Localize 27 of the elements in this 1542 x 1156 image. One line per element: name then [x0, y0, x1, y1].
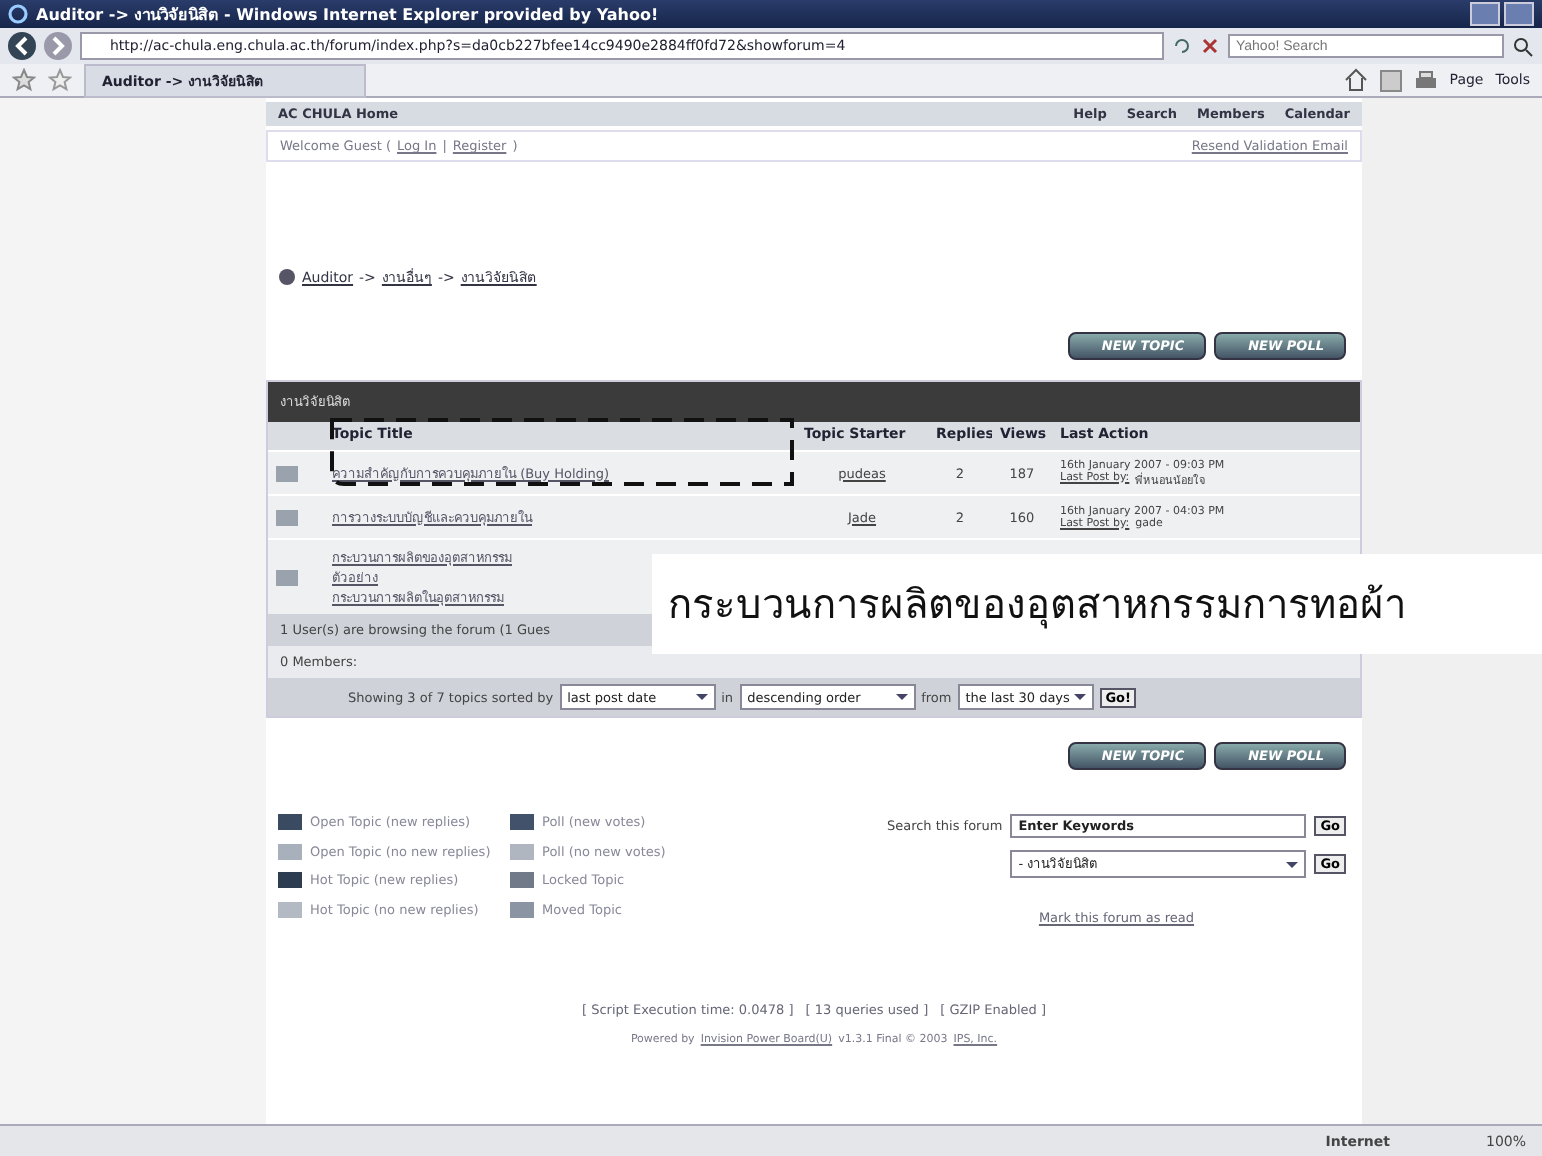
- topic-legend-icon: [278, 872, 302, 888]
- topic-legend-icon: [278, 901, 302, 917]
- topic-status-icon: [276, 569, 298, 585]
- column-header-blank: [268, 422, 324, 450]
- maximize-button[interactable]: [1504, 2, 1534, 26]
- printer-icon[interactable]: [1413, 69, 1438, 91]
- caption-text: กระบวนการผลิตของอุตสาหกรรมการทอผ้า: [652, 554, 1542, 654]
- topic-legend-icon: [510, 814, 534, 830]
- stop-button[interactable]: [1200, 36, 1220, 56]
- topic-legend-icon: [278, 814, 302, 830]
- topic-status-icon: [276, 509, 298, 525]
- topic-legend-icon: [510, 843, 534, 859]
- window-title: Auditor -> งานวิจัยนิสิต - Windows Internet Explorer provided by Yahoo!: [36, 3, 661, 27]
- favorites-star-icon[interactable]: [12, 68, 36, 92]
- refresh-button[interactable]: [1172, 36, 1192, 56]
- search-icon[interactable]: [1512, 35, 1534, 57]
- home-icon[interactable]: [1343, 68, 1368, 92]
- topic-legend-icon: [510, 872, 534, 888]
- feed-icon[interactable]: [1379, 69, 1402, 91]
- minimize-button[interactable]: [1470, 2, 1500, 26]
- back-button[interactable]: [8, 32, 36, 60]
- topic-legend-icon: [278, 843, 302, 859]
- browser-logo-icon: [8, 4, 28, 24]
- bullet-icon: [278, 268, 296, 286]
- topic-legend-icon: [510, 901, 534, 917]
- add-favorites-icon[interactable]: [48, 68, 72, 92]
- topic-status-icon: [276, 465, 298, 481]
